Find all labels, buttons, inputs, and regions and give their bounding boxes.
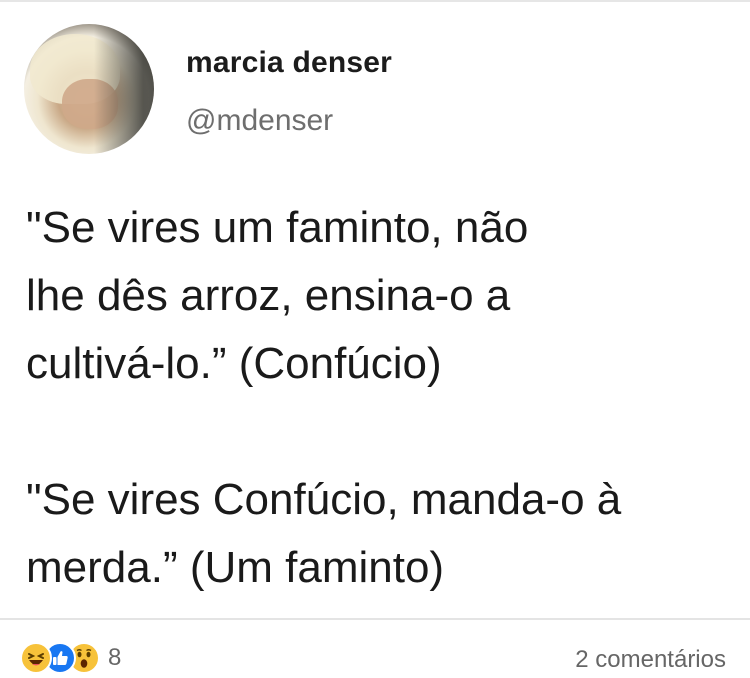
avatar <box>24 24 154 154</box>
reaction-count: 8 <box>108 644 122 671</box>
tweet-line: merda.” (Um faminto) <box>26 543 445 592</box>
author-handle: @mdenser <box>186 104 334 137</box>
tweet-line: "Se vires um faminto, não <box>26 203 529 252</box>
tweet-line: lhe dês arroz, ensina-o a <box>26 271 511 320</box>
post-footer: 8 2 comentários <box>0 620 750 678</box>
tweet-line: cultivá-lo.” (Confúcio) <box>26 339 442 388</box>
reactions-summary[interactable]: 8 <box>20 640 121 676</box>
tweet-screenshot[interactable]: marcia denser @mdenser "Se vires um fami… <box>0 2 750 618</box>
tweet-line: "Se vires Confúcio, manda-o à <box>26 475 622 524</box>
tweet-text: "Se vires um faminto, não lhe dês arroz,… <box>26 194 736 602</box>
author-display-name: marcia denser <box>186 46 393 79</box>
tweet-paragraph: "Se vires um faminto, não lhe dês arroz,… <box>26 194 736 398</box>
tweet-paragraph: "Se vires Confúcio, manda-o à merda.” (U… <box>26 466 736 602</box>
haha-icon <box>20 642 52 674</box>
comments-count-link[interactable]: 2 comentários <box>575 646 726 674</box>
